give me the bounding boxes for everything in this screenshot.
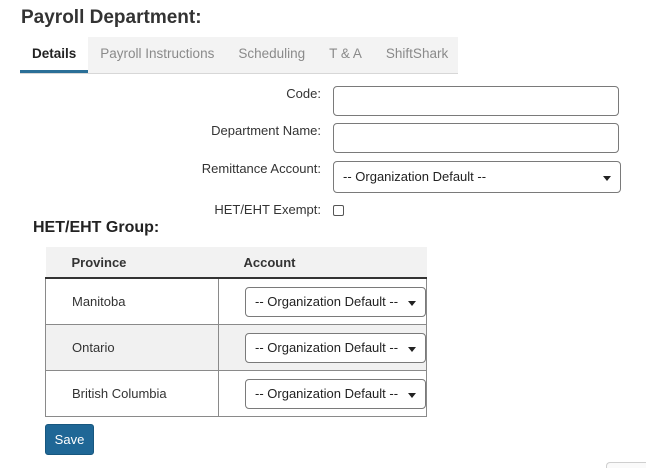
table-header-row: Province Account xyxy=(45,247,427,279)
account-select[interactable]: -- Organization Default -- xyxy=(245,332,426,363)
remittance-account-row: Remittance Account: -- Organization Defa… xyxy=(0,161,646,195)
province-cell: Manitoba xyxy=(45,277,219,325)
department-name-input[interactable] xyxy=(333,123,619,153)
table-row: Ontario -- Organization Default -- xyxy=(45,324,427,371)
tab-scheduling[interactable]: Scheduling xyxy=(226,37,317,73)
account-cell: -- Organization Default -- xyxy=(218,277,427,325)
caret-down-icon xyxy=(408,346,416,352)
het-eht-group-title: HET/EHT Group: xyxy=(33,219,160,236)
tab-details[interactable]: Details xyxy=(20,37,89,73)
account-select[interactable]: -- Organization Default -- xyxy=(245,286,426,317)
remittance-account-select[interactable]: -- Organization Default -- xyxy=(333,161,621,193)
table-row: British Columbia -- Organization Default… xyxy=(45,370,427,417)
column-header-province: Province xyxy=(45,247,219,279)
het-eht-exempt-label: HET/EHT Exempt: xyxy=(214,202,321,217)
column-header-account: Account xyxy=(218,247,427,279)
table-row: Manitoba -- Organization Default -- xyxy=(45,277,427,325)
tab-payroll-instructions[interactable]: Payroll Instructions xyxy=(88,37,226,73)
save-button[interactable]: Save xyxy=(45,424,94,455)
het-eht-exempt-checkbox[interactable] xyxy=(333,205,344,216)
page-title: Payroll Department: xyxy=(21,7,202,28)
code-label: Code: xyxy=(286,86,321,101)
account-cell: -- Organization Default -- xyxy=(218,370,427,417)
caret-down-icon xyxy=(603,176,611,181)
remittance-account-value: -- Organization Default -- xyxy=(343,169,487,184)
caret-down-icon xyxy=(408,300,416,306)
account-select[interactable]: -- Organization Default -- xyxy=(245,378,426,409)
code-row: Code: xyxy=(0,86,646,120)
account-select-value: -- Organization Default -- xyxy=(255,339,399,355)
department-name-label: Department Name: xyxy=(211,123,321,138)
remittance-account-label: Remittance Account: xyxy=(201,161,321,176)
tab-shiftshark[interactable]: ShiftShark xyxy=(374,37,460,73)
caret-down-icon xyxy=(408,392,416,398)
tab-bar: Details Payroll Instructions Scheduling … xyxy=(20,37,458,74)
account-cell: -- Organization Default -- xyxy=(218,324,427,371)
account-select-value: -- Organization Default -- xyxy=(255,385,399,401)
het-eht-group-table: Province Account Manitoba -- Organizatio… xyxy=(45,247,427,417)
code-input[interactable] xyxy=(333,86,619,116)
province-cell: British Columbia xyxy=(45,370,219,417)
panel-corner xyxy=(606,462,646,468)
tab-t-and-a[interactable]: T & A xyxy=(317,37,374,73)
department-name-row: Department Name: xyxy=(0,123,646,157)
account-select-value: -- Organization Default -- xyxy=(255,293,399,309)
province-cell: Ontario xyxy=(45,324,219,371)
